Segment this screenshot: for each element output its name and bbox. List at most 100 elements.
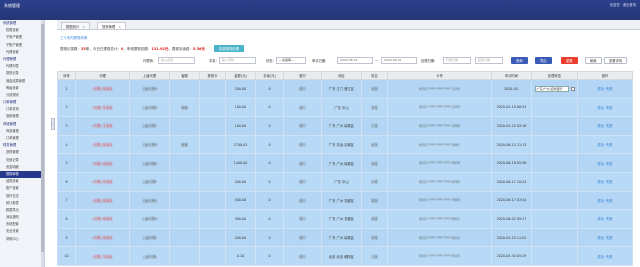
table-row[interactable]: 5 (代理) 钱某某 上级代理E 1400.00 0 银行 广东 广州 增城区 钱某 6222 … (57, 153, 633, 173)
sidebar-item[interactable]: 子账户管理 (0, 42, 44, 49)
table-row[interactable]: 9 (代理) 郑某某 上级代理I 200.00 0 银行 广东 广州 增城区 郑某 6222 *… (57, 227, 633, 248)
column-header[interactable]: 上级代理 (129, 71, 170, 80)
sidebar-item[interactable]: 提现审核 (0, 170, 44, 179)
cell-status[interactable] (531, 171, 578, 192)
sidebar-item[interactable]: 系统配置 (0, 221, 44, 228)
cell-status[interactable] (531, 209, 578, 229)
reject-link[interactable]: 失败 (606, 217, 613, 221)
thirty-day-link[interactable]: 三十天内提现申请 (60, 35, 87, 40)
sidebar-scrollbar[interactable] (41, 20, 44, 267)
sidebar-item[interactable]: 消息通知 (0, 214, 44, 221)
column-header[interactable]: 地区 (321, 71, 362, 80)
sidebar-item[interactable]: 安全设置 (0, 228, 44, 235)
reject-link[interactable]: 失败 (606, 87, 613, 91)
search-button[interactable]: 查询 (511, 56, 528, 64)
column-header[interactable]: 手续(元) (255, 71, 284, 80)
sidebar-group[interactable]: 代理管理 (0, 56, 44, 63)
sidebar-item[interactable]: 提现记录 (0, 70, 44, 77)
sidebar-item[interactable]: 等级设置 (0, 85, 44, 92)
approve-link[interactable]: 成功 (597, 199, 604, 203)
reject-link[interactable]: 失败 (606, 124, 613, 128)
reset-button[interactable]: 重置 (561, 56, 578, 64)
sidebar-item[interactable]: 结算设置 (0, 178, 44, 185)
cell-status[interactable] (531, 246, 578, 266)
cell-status[interactable] (531, 190, 578, 211)
batch-process-button[interactable]: 批量提现处理 (214, 45, 244, 52)
apply-date-to[interactable]: 2020-06-01 (381, 57, 417, 64)
row-checkbox[interactable] (570, 86, 575, 91)
reject-link[interactable]: 失败 (606, 199, 613, 203)
table-row[interactable]: 4 (代理) 赵某某 上级代理D 客服 2700.03 0 银行 广东 清远 清城区 赵某 622… (57, 134, 633, 155)
sidebar-item[interactable]: 代理列表 (0, 63, 44, 70)
agent-input[interactable]: 输入名称 (158, 57, 195, 64)
approve-link[interactable]: 成功 (597, 255, 604, 259)
column-header[interactable]: 姓名 (361, 71, 388, 80)
sidebar-item[interactable]: 代理设置 (0, 49, 44, 56)
sidebar-item[interactable]: 订单查询 (0, 106, 44, 113)
table-row[interactable]: 7 (代理) 周某某 上级代理G 500.00 0 银行 广东 广州 花都区 周某 6222 *… (57, 190, 633, 211)
column-header[interactable]: 处理状态 (531, 71, 578, 80)
reject-link[interactable]: 失败 (606, 143, 613, 147)
sidebar-item[interactable]: 订单管理 (0, 135, 44, 142)
sidebar-item[interactable]: 分成规则 (0, 92, 44, 99)
apply-date-from[interactable]: 2020-05-01 (337, 57, 373, 64)
sidebar-item[interactable]: 账户设置 (0, 185, 44, 192)
sidebar-item[interactable]: 权限设置 (0, 27, 44, 34)
status-dropdown[interactable]: 广东/广州 招商银行 (534, 85, 569, 92)
approve-link[interactable]: 成功 (597, 217, 604, 221)
tab-stats[interactable]: 数据统计 × (61, 21, 90, 30)
approve-link[interactable]: 成功 (597, 180, 604, 184)
close-icon[interactable]: × (82, 25, 85, 29)
sidebar-group[interactable]: 订单管理 (0, 99, 44, 106)
close-icon[interactable]: × (118, 25, 121, 29)
column-header[interactable]: 序号 (57, 71, 76, 80)
sidebar-item[interactable]: 统计报表 (0, 200, 44, 207)
sidebar-item[interactable]: 子用户管理 (0, 34, 44, 41)
column-header[interactable]: 操作 (577, 71, 633, 80)
sidebar-item[interactable]: 提现管理 (0, 149, 44, 156)
sidebar-item[interactable]: 资金明细 (0, 164, 44, 171)
cell-status[interactable] (531, 116, 578, 136)
process-date-to[interactable]: 结束日期 (475, 57, 503, 64)
column-header[interactable]: 客服 (169, 71, 200, 80)
sidebar-item[interactable]: 操作日志 (0, 193, 44, 200)
approve-link[interactable]: 成功 (597, 162, 604, 166)
sidebar-item[interactable]: 退款管理 (0, 113, 44, 120)
sidebar-item[interactable]: 商品管理 (0, 128, 44, 135)
approve-link[interactable]: 成功 (597, 143, 604, 147)
cell-status[interactable] (531, 97, 578, 118)
column-header[interactable]: 银行 (283, 71, 322, 80)
table-row[interactable]: 2 (代理) 李某某 上级代理B 客服 100.00 0 银行 广东 中山 李某 6222 ***… (57, 97, 633, 118)
detail-button[interactable]: 查看详情 (604, 56, 628, 64)
top-right-links[interactable]: 欢迎您 · 退出登录 (610, 2, 636, 7)
table-row[interactable]: 1 (代理) 张某某 上级代理A 200.00 0 银行 广东 江门 蓬江区 张某 6222 *… (57, 79, 633, 99)
table-row[interactable]: 6 (代理) 孙某某 上级代理F 200.00 0 银行 广东 中山 孙某 6222 **** … (57, 171, 633, 192)
approve-link[interactable]: 成功 (597, 106, 604, 110)
cell-status[interactable] (531, 134, 578, 155)
sidebar-item[interactable]: 数据导出 (0, 207, 44, 214)
reject-link[interactable]: 失败 (606, 106, 613, 110)
sidebar-item[interactable]: 帮助中心 (0, 236, 44, 243)
export-button[interactable]: 导出 (535, 56, 552, 64)
column-header[interactable]: 金额(元) (225, 71, 256, 80)
refresh-button[interactable]: 刷新 (585, 56, 602, 64)
process-date-from[interactable]: 开始日期 (443, 57, 471, 64)
sidebar-scroll-thumb[interactable] (41, 24, 44, 252)
status-select[interactable]: —请选择— (276, 57, 306, 64)
column-header[interactable]: 卡号 (387, 71, 492, 80)
sidebar-group[interactable]: 财务管理 (0, 142, 44, 149)
reject-link[interactable]: 失败 (606, 180, 613, 184)
column-header[interactable]: 申请时间 (491, 71, 532, 80)
sidebar-group[interactable]: 商城管理 (0, 121, 44, 128)
table-row[interactable]: 10 (代理) 冯某某 上级代理J 0.10 0 银行 北京 北京 朝阳区 冯某 6222 **… (57, 246, 633, 266)
cell-status[interactable]: 广东/广州 招商银行 (531, 79, 578, 99)
cell-status[interactable] (531, 153, 578, 173)
column-header[interactable]: 代理 (75, 71, 130, 80)
approve-link[interactable]: 成功 (597, 124, 604, 128)
column-header[interactable]: 提现卡 (199, 71, 226, 80)
table-row[interactable]: 3 (代理) 王某某 上级代理C 100.00 0 银行 广东 广州 增城区 王某 6222 *… (57, 116, 633, 136)
cell-status[interactable] (531, 227, 578, 248)
table-row[interactable]: 8 (代理) 吴某某 上级代理H 300.00 0 银行 广东 广州 花都区 吴某 6222 *… (57, 209, 633, 229)
sidebar-item[interactable]: 充值记录 (0, 157, 44, 164)
phone-input[interactable]: 输入号码 (219, 57, 256, 64)
